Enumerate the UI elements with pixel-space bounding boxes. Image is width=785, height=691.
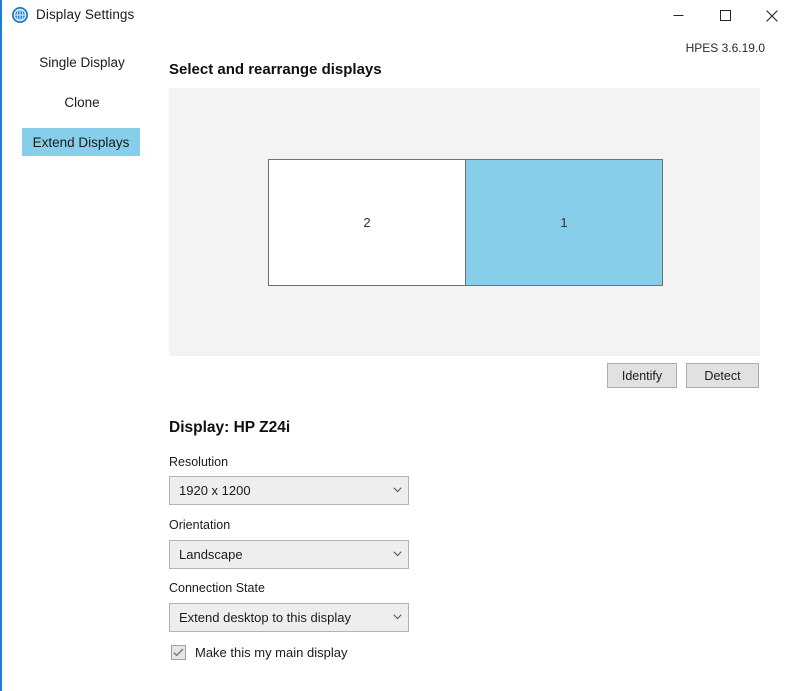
display-settings-window: Display Settings HPES 3.6.19.0 Single Di… <box>0 0 785 691</box>
connection-state-label: Connection State <box>169 581 265 595</box>
close-icon <box>766 9 778 22</box>
page-title: Select and rearrange displays <box>169 61 382 78</box>
chevron-down-icon <box>386 486 408 495</box>
title-bar: Display Settings <box>2 0 785 32</box>
connection-state-value: Extend desktop to this display <box>179 610 351 625</box>
connection-state-select[interactable]: Extend desktop to this display <box>169 603 409 632</box>
identify-button[interactable]: Identify <box>607 363 677 388</box>
sidebar-item-clone[interactable]: Clone <box>4 88 160 116</box>
chevron-down-icon <box>386 550 408 559</box>
monitor-number: 1 <box>560 215 568 230</box>
detect-button[interactable]: Detect <box>686 363 759 388</box>
main-display-checkbox-row[interactable]: Make this my main display <box>171 645 347 660</box>
chevron-down-icon <box>386 613 408 622</box>
detect-button-label: Detect <box>704 368 741 383</box>
sidebar-item-single-display[interactable]: Single Display <box>4 48 160 76</box>
identify-button-label: Identify <box>621 368 663 383</box>
sidebar-item-label: Extend Displays <box>32 134 130 150</box>
main-display-checkbox[interactable] <box>171 645 186 660</box>
monitor-preview-1[interactable]: 1 <box>465 159 663 286</box>
display-settings-icon <box>11 6 29 24</box>
window-title: Display Settings <box>36 7 135 22</box>
display-name-heading: Display: HP Z24i <box>169 419 291 436</box>
maximize-icon <box>719 10 731 21</box>
version-label: HPES 3.6.19.0 <box>685 41 765 55</box>
maximize-button[interactable] <box>702 0 748 31</box>
sidebar-item-extend-displays[interactable]: Extend Displays <box>22 128 140 156</box>
monitor-preview-2[interactable]: 2 <box>268 159 466 286</box>
main-display-checkbox-label: Make this my main display <box>195 645 348 660</box>
resolution-select[interactable]: 1920 x 1200 <box>169 476 409 505</box>
orientation-label: Orientation <box>169 518 231 532</box>
sidebar-item-label: Clone <box>64 94 100 110</box>
sidebar-item-label: Single Display <box>39 54 125 70</box>
minimize-button[interactable] <box>655 0 701 31</box>
orientation-value: Landscape <box>179 547 243 562</box>
resolution-label: Resolution <box>169 455 229 469</box>
minimize-icon <box>673 15 683 16</box>
close-button[interactable] <box>749 0 785 31</box>
checkmark-icon <box>173 648 184 657</box>
orientation-select[interactable]: Landscape <box>169 540 409 569</box>
resolution-value: 1920 x 1200 <box>179 483 251 498</box>
monitor-number: 2 <box>363 215 371 230</box>
sidebar: Single Display Clone Extend Displays <box>4 48 162 168</box>
display-arrangement-panel[interactable]: 2 1 <box>169 88 760 356</box>
